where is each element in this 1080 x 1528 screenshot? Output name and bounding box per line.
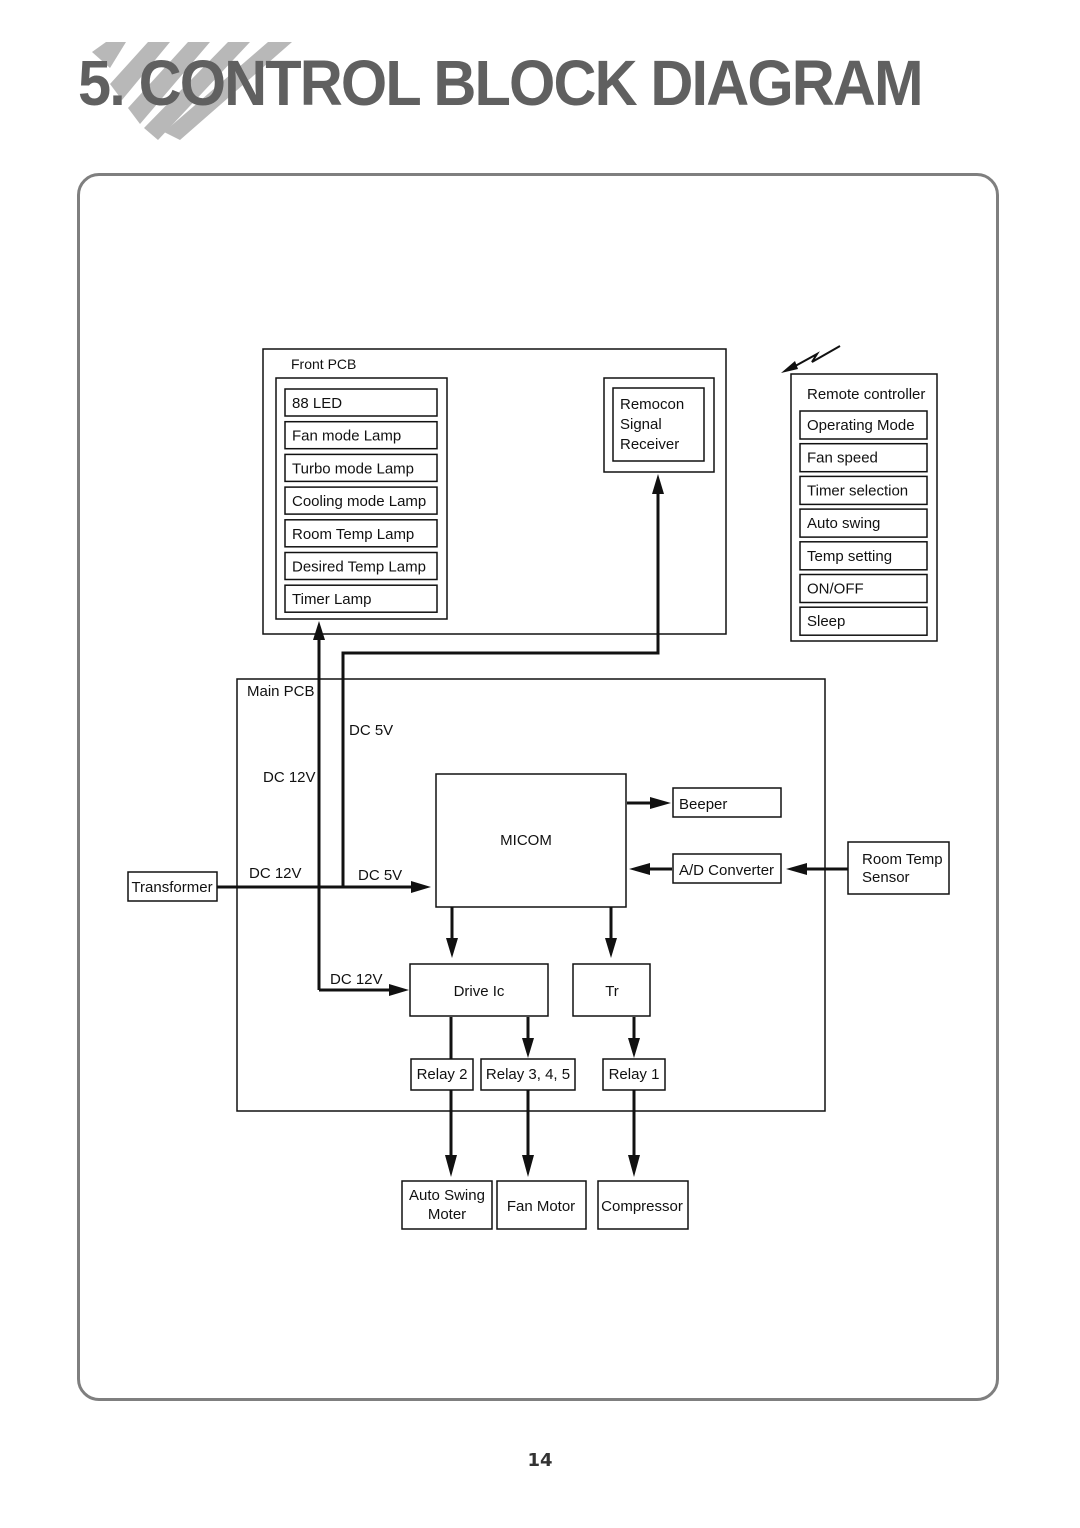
- arrowhead-micom-from-ad: [629, 863, 650, 875]
- compressor-label: Compressor: [601, 1198, 683, 1215]
- arrowhead-relay1: [628, 1038, 640, 1058]
- remote-item-label: Fan speed: [807, 450, 878, 467]
- arrowhead-fan-motor: [522, 1155, 534, 1177]
- relay1-label: Relay 1: [609, 1066, 660, 1083]
- auto-swing-motor-line-2: Moter: [428, 1206, 466, 1223]
- wireless-signal-icon: [781, 345, 841, 373]
- label-dc12v-drive: DC 12V: [330, 971, 383, 988]
- arrowhead-beeper: [650, 797, 671, 809]
- arrowhead-drive-from-micom: [446, 938, 458, 958]
- label-dc12v-in: DC 12V: [249, 865, 302, 882]
- remote-controller-box: [790, 373, 938, 642]
- page-number: 14: [527, 1450, 553, 1471]
- arrowhead-micom-input: [411, 881, 431, 893]
- drive-ic-label: Drive Ic: [454, 983, 505, 1000]
- room-temp-sensor-line-2: Sensor: [862, 869, 910, 886]
- remocon-line-3: Receiver: [620, 436, 679, 453]
- lamp-item-label: Cooling mode Lamp: [292, 493, 426, 510]
- arrowhead-tr-from-micom: [605, 938, 617, 958]
- fan-motor-label: Fan Motor: [507, 1198, 575, 1215]
- remote-item-label: Temp setting: [807, 548, 892, 565]
- lamp-item-label: Fan mode Lamp: [292, 428, 401, 445]
- room-temp-sensor-box: [847, 841, 950, 895]
- auto-swing-motor-line-1: Auto Swing: [409, 1187, 485, 1204]
- remote-item-label: ON/OFF: [807, 581, 864, 598]
- room-temp-sensor-line-1: Room Temp: [862, 851, 943, 868]
- relay2-label: Relay 2: [417, 1066, 468, 1083]
- control-block-diagram: Front PCB 88 LED Fan mode Lamp Turbo mode …: [127, 345, 950, 1230]
- lamp-item-label: Desired Temp Lamp: [292, 559, 426, 576]
- label-dc5v-in: DC 5V: [358, 867, 402, 884]
- arrowhead-relay345: [522, 1038, 534, 1058]
- tr-label: Tr: [605, 983, 619, 1000]
- main-pcb-label: Main PCB: [247, 683, 315, 700]
- label-dc12v-top: DC 12V: [263, 769, 316, 786]
- remote-item-label: Auto swing: [807, 515, 880, 532]
- transformer-label: Transformer: [131, 879, 212, 896]
- lamp-item-label: Timer Lamp: [292, 591, 371, 608]
- arrowhead-front-pcb: [313, 621, 325, 640]
- front-pcb-label: Front PCB: [291, 356, 356, 372]
- label-dc5v-top: DC 5V: [349, 722, 393, 739]
- beeper-label: Beeper: [679, 796, 727, 813]
- arrowhead-ad-from-sensor: [786, 863, 807, 875]
- remocon-line-1: Remocon: [620, 396, 684, 413]
- remote-item-label: Operating Mode: [807, 417, 915, 434]
- micom-label: MICOM: [500, 832, 552, 849]
- remote-controller-label: Remote controller: [807, 386, 925, 403]
- arrowhead-drive-ic: [389, 984, 409, 996]
- relay345-label: Relay 3, 4, 5: [486, 1066, 570, 1083]
- ad-converter-label: A/D Converter: [679, 862, 774, 879]
- lamp-item-label: Room Temp Lamp: [292, 526, 414, 543]
- arrowhead-swing-motor: [445, 1155, 457, 1177]
- arrowhead-remocon: [652, 474, 664, 494]
- lamp-item-label: Turbo mode Lamp: [292, 460, 414, 477]
- arrowhead-compressor: [628, 1155, 640, 1177]
- lamp-item-label: 88 LED: [292, 395, 342, 412]
- remote-item-label: Sleep: [807, 613, 845, 630]
- remocon-line-2: Signal: [620, 416, 662, 433]
- remote-item-label: Timer selection: [807, 482, 908, 499]
